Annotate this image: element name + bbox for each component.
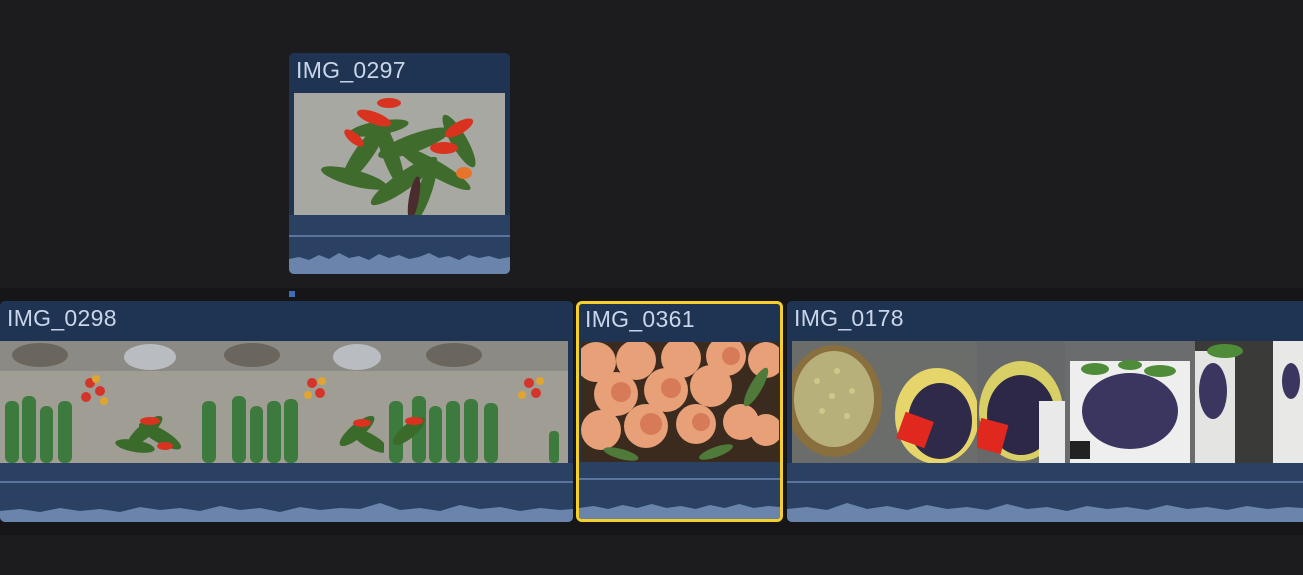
vegetables-thumbnail [384, 341, 568, 463]
beans-grapes-thumbnail [792, 341, 977, 463]
grapes-thumbnail [977, 341, 1065, 463]
peppers-thumbnail [294, 93, 505, 215]
clip-title: IMG_0297 [296, 57, 406, 83]
clip-title: IMG_0178 [794, 305, 904, 331]
clip-img-0298[interactable]: IMG_0298 [0, 301, 573, 522]
clip-title: IMG_0361 [585, 306, 695, 332]
clip-title: IMG_0298 [7, 305, 117, 331]
clip-img-0361[interactable]: IMG_0361 [576, 301, 783, 522]
audio-waveform [579, 462, 780, 519]
vegetables-thumbnail [192, 341, 384, 463]
vegetables-thumbnail [0, 341, 192, 463]
connection-point-marker [289, 291, 295, 297]
audio-waveform [289, 215, 510, 274]
peaches-thumbnail [581, 342, 779, 464]
grapes-box-thumbnail [1065, 341, 1195, 463]
connected-clip-img-0297[interactable]: IMG_0297 [289, 53, 510, 274]
grapes-thumbnail [1195, 341, 1303, 463]
clip-img-0178[interactable]: IMG_0178 [787, 301, 1303, 522]
audio-waveform [787, 463, 1303, 522]
audio-waveform [0, 463, 573, 522]
